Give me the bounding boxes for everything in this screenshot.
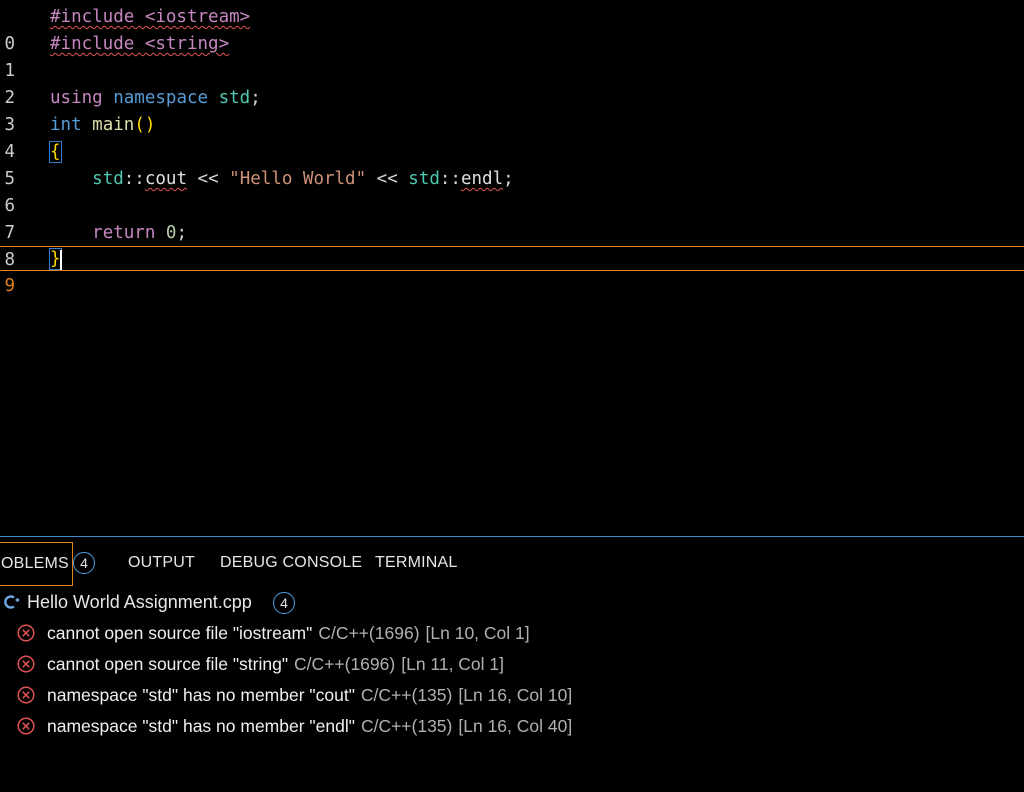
problem-position: [Ln 16, Col 10]: [458, 685, 573, 705]
error-icon: [17, 717, 35, 735]
identifier-endl: endl: [460, 169, 504, 189]
close-brace: }: [49, 248, 62, 270]
file-problem-count-badge: 4: [273, 592, 295, 614]
problem-item[interactable]: cannot open source file "string" C/C++(16…: [0, 651, 1024, 677]
semicolon: ;: [176, 223, 188, 243]
error-icon: [17, 624, 35, 642]
problem-source: C/C++(135): [360, 716, 453, 736]
problem-message: cannot open source file "iostream": [47, 623, 313, 643]
line-number-current: 9: [4, 276, 15, 296]
problem-position: [Ln 11, Col 1]: [401, 654, 505, 674]
code-line[interactable]: 4 int main(): [0, 112, 1024, 162]
problem-position: [Ln 10, Col 1]: [425, 623, 530, 643]
file-name: Hello World Assignment.cpp: [27, 592, 252, 612]
include-directive: #include <iostream>: [50, 7, 251, 27]
error-icon: [17, 655, 35, 673]
cpp-file-icon: [3, 589, 21, 623]
string-literal: "Hello World": [229, 169, 367, 189]
stream-operator: <<: [366, 169, 409, 189]
code-line[interactable]: 5 {: [0, 139, 1024, 189]
problems-count-badge: 4: [73, 552, 95, 574]
include-directive: #include <string>: [50, 34, 230, 54]
namespace-std: std: [92, 169, 124, 189]
keyword-int: int: [50, 115, 82, 135]
code-line[interactable]: 1 #include <string>: [0, 31, 1024, 81]
tab-problems[interactable]: OBLEMS: [0, 542, 73, 586]
bottom-panel: OBLEMS 4 OUTPUT DEBUG CONSOLE TERMINAL H…: [0, 536, 1024, 792]
problem-item[interactable]: cannot open source file "iostream" C/C++(…: [0, 620, 1024, 646]
code-line[interactable]: 2: [0, 58, 1024, 108]
code-line[interactable]: 3 using namespace std;: [0, 85, 1024, 135]
tab-problems-label: OBLEMS: [1, 555, 69, 572]
panel-tabs: OBLEMS 4 OUTPUT DEBUG CONSOLE TERMINAL: [0, 537, 1024, 587]
problem-item[interactable]: namespace "std" has no member "cout" C/C+…: [0, 682, 1024, 708]
problem-source: C/C++(135): [360, 685, 453, 705]
code-line[interactable]: 8 return 0;: [0, 220, 1024, 270]
code-line-current[interactable]: 9 }: [0, 246, 1024, 296]
code-line[interactable]: 6 std::cout << "Hello World" << std::end…: [0, 166, 1024, 216]
function-main: main: [92, 115, 135, 135]
problem-item[interactable]: namespace "std" has no member "endl" C/C+…: [0, 713, 1024, 739]
problem-message: namespace "std" has no member "cout": [47, 685, 355, 705]
open-brace: {: [49, 141, 62, 163]
problem-position: [Ln 16, Col 40]: [458, 716, 573, 736]
keyword-return: return: [92, 223, 156, 243]
problem-source: C/C++(1696): [318, 623, 420, 643]
namespace-std: std: [218, 88, 251, 108]
problems-file-group[interactable]: Hello World Assignment.cpp 4: [0, 589, 1024, 615]
problem-message: cannot open source file "string": [47, 654, 289, 674]
problem-message: namespace "std" has no member "endl": [47, 716, 355, 736]
semicolon: ;: [503, 169, 514, 189]
keyword-namespace: namespace: [113, 88, 209, 108]
text-cursor: [60, 250, 62, 270]
semicolon: ;: [250, 88, 261, 108]
problem-source: C/C++(1696): [294, 654, 396, 674]
parentheses: (): [134, 115, 156, 135]
tab-output[interactable]: OUTPUT: [128, 542, 195, 584]
code-line[interactable]: 7: [0, 193, 1024, 243]
tab-debug-console[interactable]: DEBUG CONSOLE: [220, 542, 362, 584]
scope-operator: ::: [439, 169, 461, 189]
keyword-using: using: [50, 88, 103, 108]
code-editor[interactable]: 0 #include <iostream> 1 #include <string…: [0, 0, 1024, 536]
stream-operator: <<: [187, 169, 230, 189]
error-icon: [17, 686, 35, 704]
identifier-cout: cout: [144, 169, 187, 189]
number-literal: 0: [165, 223, 177, 243]
scope-operator: ::: [123, 169, 145, 189]
code-line[interactable]: 0 #include <iostream>: [0, 4, 1024, 54]
tab-terminal[interactable]: TERMINAL: [375, 542, 458, 584]
namespace-std: std: [408, 169, 440, 189]
